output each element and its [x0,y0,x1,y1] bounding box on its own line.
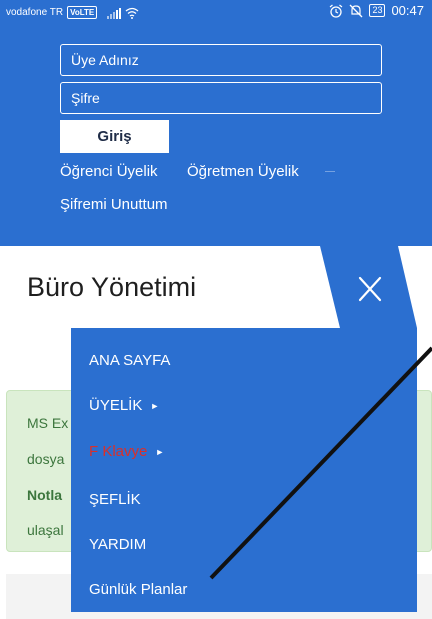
menu-item-gunluk-planlar[interactable]: Günlük Planlar [89,581,187,598]
submenu-arrow-icon: ► [155,447,165,458]
menu-item-ana-sayfa[interactable]: ANA SAYFA [89,352,170,369]
submenu-arrow-icon: ► [150,401,160,412]
menu-item-yardim[interactable]: YARDIM [89,536,146,553]
close-button[interactable] [350,272,390,306]
nav-menu: ANA SAYFA ÜYELİK ► F Klavye ► ŞEFLİK YARDI… [71,328,417,612]
close-icon [358,276,382,302]
menu-item-seflik[interactable]: ŞEFLİK [89,491,141,508]
menu-item-uyelik[interactable]: ÜYELİK ► [89,397,159,414]
menu-item-f-klavye[interactable]: F Klavye ► [89,443,164,460]
